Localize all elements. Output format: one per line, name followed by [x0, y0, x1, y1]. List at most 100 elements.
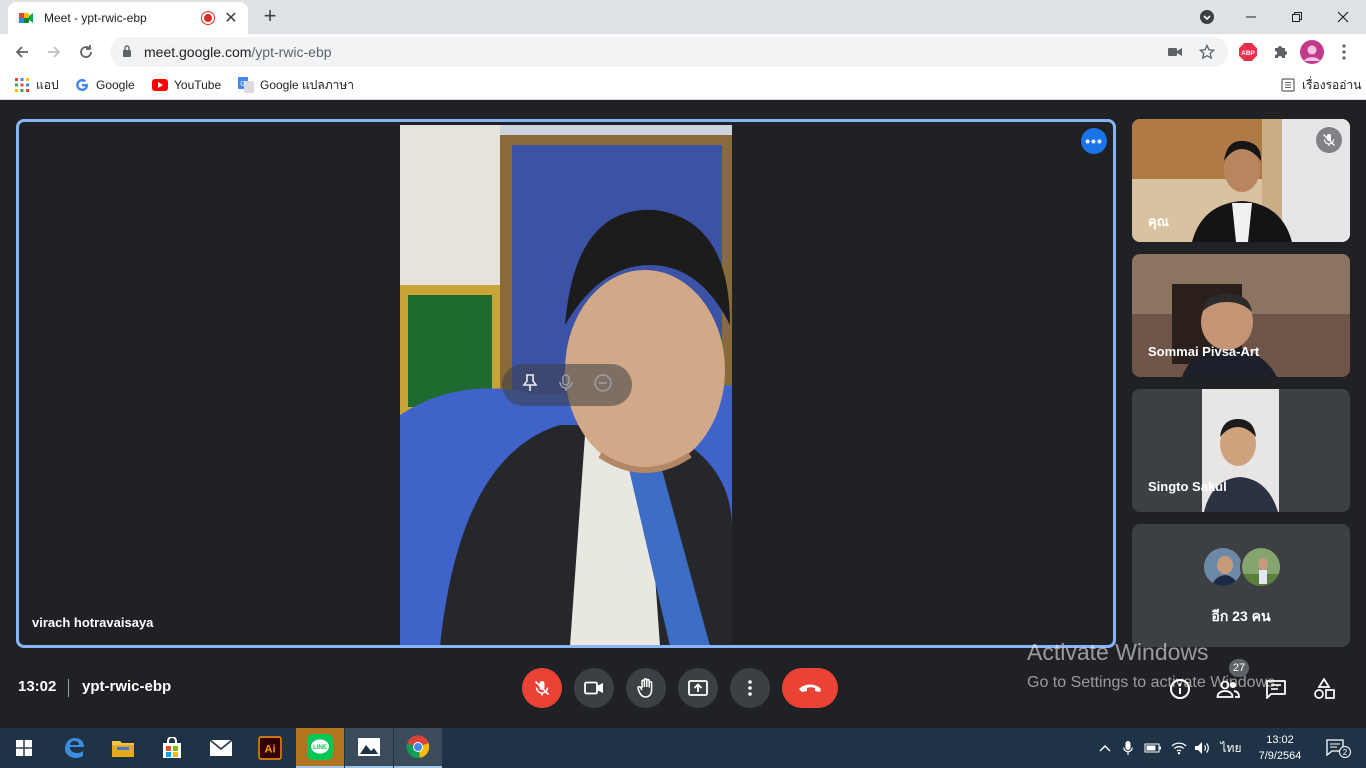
bookmarks-bar: แอป Google YouTube G Google แปลภาษา เรื่…: [0, 70, 1366, 100]
tab-title: Meet - ypt-rwic-ebp: [44, 11, 147, 25]
people-icon: [1216, 680, 1240, 698]
restore-button[interactable]: [1274, 0, 1320, 34]
notifications-icon: 2: [1326, 739, 1351, 758]
people-count-badge: 27: [1229, 659, 1249, 677]
taskbar-time: 13:02: [1266, 734, 1294, 746]
taskbar-clock[interactable]: 13:02 7/9/2564: [1252, 732, 1308, 764]
tile-mute-button[interactable]: [559, 373, 573, 397]
participant-muted-indicator: [1316, 127, 1342, 153]
tray-battery[interactable]: [1143, 728, 1163, 768]
svg-text:G: G: [240, 81, 245, 88]
microphone-icon: [559, 373, 573, 391]
adblock-extension-button[interactable]: ABP: [1238, 42, 1258, 62]
chat-button[interactable]: [1263, 676, 1289, 702]
tray-volume[interactable]: [1192, 728, 1212, 768]
bookmark-google-translate[interactable]: G Google แปลภาษา: [238, 76, 354, 94]
taskbar-photos[interactable]: [345, 728, 393, 768]
windows-icon: [16, 740, 32, 756]
wifi-icon: [1171, 742, 1187, 755]
chrome-icon: [406, 735, 430, 759]
extensions-button[interactable]: [1270, 42, 1290, 62]
main-speaker-tile[interactable]: ••• virach hotravaisaya: [16, 119, 1116, 648]
divider: [68, 679, 69, 697]
shapes-icon: [1314, 678, 1335, 699]
chrome-menu-button[interactable]: [1334, 42, 1354, 62]
line-icon: LINE: [307, 734, 333, 760]
taskbar-file-explorer[interactable]: [99, 728, 147, 768]
present-screen-button[interactable]: [678, 668, 718, 708]
others-tile[interactable]: อีก 23 คน: [1132, 524, 1350, 647]
bookmark-label: YouTube: [174, 78, 222, 92]
tab-meet[interactable]: Meet - ypt-rwic-ebp ✕: [8, 2, 248, 34]
bookmark-apps[interactable]: แอป: [14, 76, 59, 94]
taskbar-date: 7/9/2564: [1258, 750, 1302, 762]
tile-more-options-button[interactable]: •••: [1081, 128, 1107, 154]
participant-tile[interactable]: Singto Sakul: [1132, 389, 1350, 512]
tray-overflow-button[interactable]: [1096, 728, 1114, 768]
profile-avatar[interactable]: [1300, 40, 1324, 64]
others-count-label: อีก 23 คน: [1211, 608, 1271, 624]
chat-icon: [1266, 680, 1286, 699]
minimize-button[interactable]: [1228, 0, 1274, 34]
reload-button[interactable]: [72, 38, 100, 66]
folder-icon: [112, 741, 134, 757]
tray-language[interactable]: ไทย: [1216, 728, 1246, 768]
start-button[interactable]: [0, 728, 48, 768]
pin-button[interactable]: [522, 373, 538, 397]
microphone-toggle-button[interactable]: [522, 668, 562, 708]
bookmark-google[interactable]: Google: [74, 76, 135, 94]
url-host: meet.google.com: [144, 44, 252, 60]
new-tab-button[interactable]: +: [258, 4, 282, 28]
leave-call-button[interactable]: [782, 668, 838, 708]
camera-toggle-button[interactable]: [574, 668, 614, 708]
address-bar[interactable]: meet.google.com/ypt-rwic-ebp: [110, 37, 1228, 67]
camera-in-use-button[interactable]: [1162, 37, 1188, 67]
meeting-details-button[interactable]: [1167, 676, 1193, 702]
volume-icon: [1195, 742, 1209, 754]
windows-taskbar: Ai LINE ไทย 13:02 7/9/2564 2: [0, 728, 1366, 768]
participant-name: Singto Sakul: [1148, 479, 1227, 494]
bookmark-star-button[interactable]: [1194, 37, 1220, 67]
recording-icon: [202, 12, 214, 24]
participant-tile-self[interactable]: คุณ: [1132, 119, 1350, 242]
activities-button[interactable]: [1311, 676, 1337, 702]
back-button[interactable]: [8, 38, 36, 66]
edge-icon: [65, 738, 84, 758]
illustrator-icon: Ai: [258, 736, 282, 760]
arrow-left-icon: [15, 46, 28, 58]
close-window-button[interactable]: [1320, 0, 1366, 34]
more-options-button[interactable]: [730, 668, 770, 708]
tab-close-button[interactable]: ✕: [224, 8, 238, 28]
remove-from-call-button[interactable]: [593, 373, 612, 397]
show-everyone-button[interactable]: [1215, 676, 1241, 702]
meeting-code: ypt-rwic-ebp: [82, 678, 172, 695]
action-center-button[interactable]: 2: [1318, 728, 1358, 768]
taskbar-line[interactable]: LINE: [296, 728, 344, 768]
reading-list-button[interactable]: เรื่องรออ่าน: [1280, 76, 1361, 94]
taskbar-edge[interactable]: [50, 728, 98, 768]
raise-hand-button[interactable]: [626, 668, 666, 708]
activate-windows-title: Activate Windows: [1027, 639, 1209, 665]
reload-icon: [80, 45, 92, 58]
others-avatars: [1202, 546, 1282, 592]
taskbar-chrome[interactable]: [394, 728, 442, 768]
taskbar-illustrator[interactable]: Ai: [246, 728, 294, 768]
avatar-icon: [1300, 40, 1324, 64]
reading-list-icon: [1280, 77, 1296, 93]
forward-button[interactable]: [40, 38, 68, 66]
youtube-icon: [152, 77, 168, 93]
taskbar-store[interactable]: [148, 728, 196, 768]
tab-search-button[interactable]: [1184, 0, 1230, 34]
reading-list-label: เรื่องรออ่าน: [1302, 77, 1362, 92]
tray-microphone[interactable]: [1120, 728, 1136, 768]
line-label: LINE: [313, 745, 327, 751]
video-camera-icon: [584, 681, 603, 695]
notification-count: 2: [1343, 748, 1348, 757]
meeting-time: 13:02: [18, 678, 57, 695]
participant-tile[interactable]: Sommai Pivsa-Art: [1132, 254, 1350, 377]
browser-toolbar: meet.google.com/ypt-rwic-ebp ABP: [0, 34, 1366, 70]
bookmark-youtube[interactable]: YouTube: [152, 76, 221, 94]
taskbar-mail[interactable]: [197, 728, 245, 768]
tray-wifi[interactable]: [1169, 728, 1189, 768]
minimize-icon: [1246, 16, 1256, 18]
